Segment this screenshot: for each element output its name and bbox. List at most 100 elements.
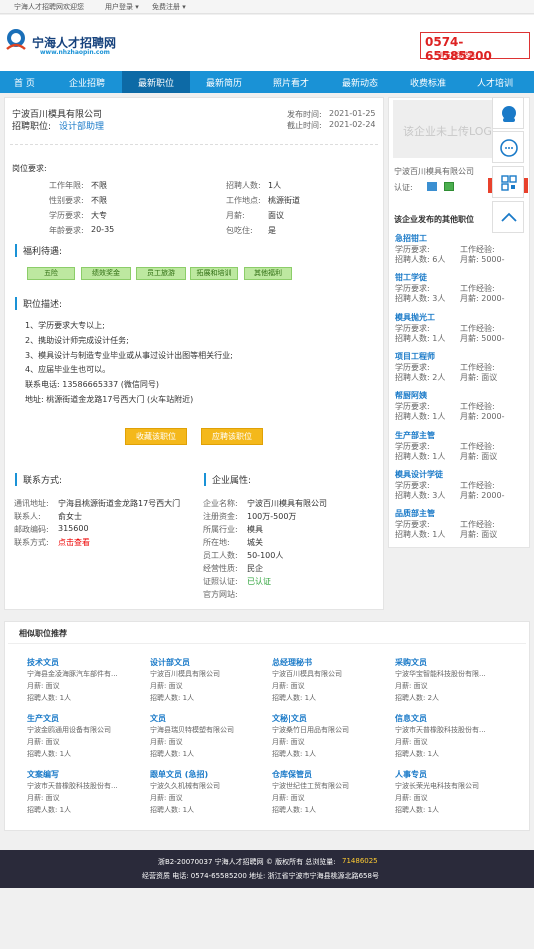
nav-company-jobs[interactable]: 企业招聘 — [69, 76, 105, 89]
attr-value: 100万-500万 — [247, 512, 297, 521]
req-label: 工作地点: — [226, 196, 261, 205]
related-job-title[interactable]: 采购文员 — [395, 657, 427, 668]
favorite-button[interactable]: 收藏该职位 — [125, 428, 187, 445]
site-footer: 浙B2-20070037 宁海人才招聘网 © 版权所有 总浏览量: 714860… — [0, 850, 534, 888]
other-job-title[interactable]: 帮厨阿姨 — [395, 390, 427, 401]
req-label: 学历要求: — [49, 211, 84, 220]
main-nav: 首 页 企业招聘 最新职位 最新简历 照片看才 最新动态 收费标准 人才培训 — [0, 71, 534, 93]
related-job-count: 招聘人数: 2人 — [395, 694, 440, 702]
req-value: 面议 — [268, 211, 284, 220]
related-job-title[interactable]: 生产文员 — [27, 713, 59, 724]
other-job-salary: 月薪: 面议 — [460, 372, 498, 382]
other-job-title[interactable]: 生产部主管 — [395, 430, 435, 441]
user-login-link[interactable]: 用户登录 ▾ — [105, 2, 139, 12]
related-job-company[interactable]: 宁波世纪佳工贸有限公司 — [272, 781, 349, 791]
related-job-count: 招聘人数: 1人 — [27, 694, 72, 702]
related-job-title[interactable]: 技术文员 — [27, 657, 59, 668]
customer-service-icon[interactable] — [492, 97, 524, 129]
logo-placeholder: 该企业未上传LOGO — [393, 100, 493, 158]
welfare-title: 福利待遇: — [15, 244, 62, 257]
other-job-salary: 月薪: 5000- — [460, 333, 505, 343]
attr-label: 所在地: — [203, 538, 230, 547]
footer-line1: 浙B2-20070037 宁海人才招聘网 © 版权所有 总浏览量: — [158, 858, 336, 866]
related-title: 相似职位推荐 — [19, 629, 67, 638]
contact-title: 联系方式: — [15, 473, 62, 486]
related-job-company[interactable]: 宁海县金凌海豚汽车部件有... — [27, 669, 118, 679]
logo-icon[interactable] — [3, 27, 29, 53]
back-to-top-icon[interactable] — [492, 201, 524, 233]
related-job-count: 招聘人数: 1人 — [395, 750, 440, 758]
related-job-title[interactable]: 仓库保管员 — [272, 769, 312, 780]
nav-latest-resumes[interactable]: 最新简历 — [206, 76, 242, 89]
related-job-company[interactable]: 宁波久久机械有限公司 — [150, 781, 220, 791]
attr-value: 民企 — [247, 564, 263, 573]
req-value: 20-35 — [91, 225, 115, 234]
related-job-title[interactable]: 人事专员 — [395, 769, 427, 780]
other-job-title[interactable]: 模具抛光工 — [395, 312, 435, 323]
attr-value: 50-100人 — [247, 551, 284, 560]
related-job-company[interactable]: 宁波桑竹日用品有限公司 — [272, 725, 349, 735]
nav-photo-talent[interactable]: 照片看才 — [273, 76, 309, 89]
other-job-salary: 月薪: 2000- — [460, 490, 505, 500]
other-job-title[interactable]: 急招钳工 — [395, 233, 427, 244]
related-job-count: 招聘人数: 1人 — [150, 694, 195, 702]
desc-line: 1、学历要求大专以上; — [25, 321, 105, 330]
related-job-company[interactable]: 宁波百川模具有限公司 — [150, 669, 220, 679]
related-job-title[interactable]: 文员 — [150, 713, 166, 724]
view-contact-link[interactable]: 点击查看 — [58, 537, 90, 548]
site-header: 宁海人才招聘网 www.nhzhaopin.com 0574-65585200 … — [0, 15, 534, 71]
req-label: 包吃住: — [226, 226, 253, 235]
related-job-salary: 月薪: 面议 — [272, 682, 305, 690]
nav-training[interactable]: 人才培训 — [477, 76, 513, 89]
attr-value: 城关 — [247, 538, 263, 547]
nav-home[interactable]: 首 页 — [14, 76, 35, 89]
req-label: 性别要求: — [49, 196, 84, 205]
related-job-title[interactable]: 文秘|文员 — [272, 713, 307, 724]
divider — [10, 144, 378, 145]
apply-button[interactable]: 应聘该职位 — [201, 428, 263, 445]
other-job-title[interactable]: 项目工程师 — [395, 351, 435, 362]
related-job-salary: 月薪: 面议 — [272, 738, 305, 746]
related-job-company[interactable]: 宁波百川模具有限公司 — [272, 669, 342, 679]
other-job-count: 招聘人数: 1人 — [395, 451, 446, 461]
free-register-link[interactable]: 免费注册 ▾ — [152, 2, 186, 12]
related-job-company[interactable]: 宁波市天普橡胶科技股份有... — [395, 725, 486, 735]
req-value: 不限 — [91, 196, 107, 205]
attr-value: 已认证 — [247, 577, 271, 586]
contact-label: 邮政编码: — [14, 525, 49, 534]
contact-value: 宁海县桃源街道金龙路17号西大门 — [58, 499, 181, 508]
req-label: 年龄要求: — [49, 226, 84, 235]
req-value: 是 — [268, 226, 276, 235]
related-job-salary: 月薪: 面议 — [395, 794, 428, 802]
nav-news[interactable]: 最新动态 — [342, 76, 378, 89]
related-job-title[interactable]: 信息文员 — [395, 713, 427, 724]
related-job-company[interactable]: 宁波市天普橡胶科技股份有... — [27, 781, 118, 791]
qrcode-icon[interactable] — [492, 166, 524, 198]
related-job-title[interactable]: 设计部文员 — [150, 657, 190, 668]
attr-label: 经营性质: — [203, 564, 238, 573]
related-job-count: 招聘人数: 1人 — [272, 750, 317, 758]
other-job-title[interactable]: 模具设计学徒 — [395, 469, 443, 480]
side-company-name[interactable]: 宁波百川模具有限公司 — [394, 166, 474, 177]
id-cert-icon — [427, 182, 437, 191]
other-job-title[interactable]: 钳工学徒 — [395, 272, 427, 283]
related-job-company[interactable]: 宁波华宝智能科技股份有限... — [395, 669, 486, 679]
related-job-company[interactable]: 宁波金鸥通用设备有限公司 — [27, 725, 111, 735]
related-job-title[interactable]: 跟单文员 (急招) — [150, 769, 208, 780]
nav-pricing[interactable]: 收费标准 — [410, 76, 446, 89]
req-value: 1人 — [268, 181, 282, 190]
related-job-salary: 月薪: 面议 — [27, 738, 60, 746]
contact-label: 通讯地址: — [14, 499, 49, 508]
related-job-company[interactable]: 宁海县瑞贝特模塑有限公司 — [150, 725, 234, 735]
deadline-label: 截止时间: — [287, 121, 322, 130]
welfare-tag: 员工旅游 — [136, 267, 186, 280]
chat-icon[interactable] — [492, 131, 524, 163]
other-job-salary: 月薪: 2000- — [460, 412, 505, 422]
related-job-title[interactable]: 文案编写 — [27, 769, 59, 780]
related-job-company[interactable]: 宁波长荣光电科技有限公司 — [395, 781, 479, 791]
other-job-title[interactable]: 品质部主管 — [395, 508, 435, 519]
nav-latest-jobs[interactable]: 最新职位 — [122, 71, 190, 93]
related-job-title[interactable]: 总经理秘书 — [272, 657, 312, 668]
footer-line2: 经营资质 电话: 0574-65585200 地址: 浙江省宁波市宁海县桃源北路… — [142, 872, 379, 880]
related-job-count: 招聘人数: 1人 — [272, 806, 317, 814]
